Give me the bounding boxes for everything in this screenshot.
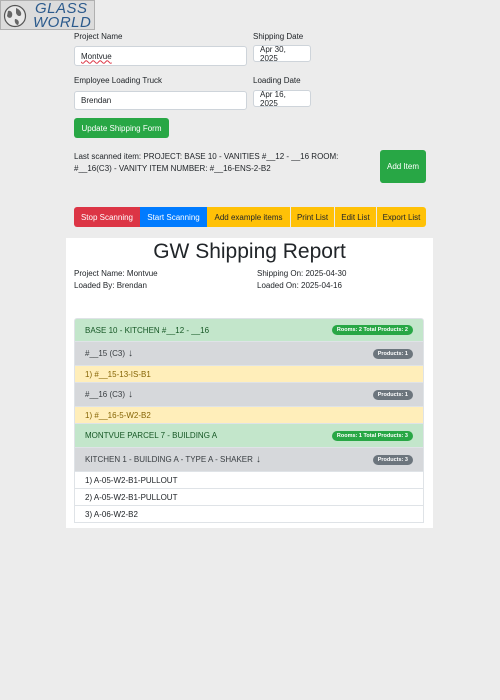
report-shipping-on: Shipping On: 2025-04-30 [257, 269, 347, 278]
shipping-list: BASE 10 - KITCHEN #__12 - __16 Rooms: 2 … [74, 318, 424, 523]
project-name-value: Montvue [81, 51, 112, 61]
item-label: 2) A-05-W2-B1-PULLOUT [85, 492, 178, 502]
loading-date-input[interactable]: Apr 16, 2025 [253, 89, 311, 108]
rooms-badge: Rooms: 1 Total Products: 3 [331, 430, 413, 441]
item-label: 1) #__15-13-IS-B1 [85, 369, 151, 379]
room-name: #__16 (C3) [85, 390, 126, 399]
products-badge: Products: 3 [372, 454, 413, 465]
report-project-name: Project Name: Montvue [74, 269, 158, 278]
project-name-label: Project Name [74, 32, 123, 41]
add-example-items-button[interactable]: Add example items [207, 207, 290, 227]
logo-text-line2: WORLD [33, 14, 92, 31]
room-row[interactable]: #__16 (C3) ↓ Products: 1 [74, 383, 424, 407]
products-badge: Products: 1 [372, 389, 413, 400]
report-title: GW Shipping Report [153, 240, 346, 263]
employee-value: Brendan [81, 96, 112, 105]
print-list-button[interactable]: Print List [291, 207, 334, 227]
employee-input[interactable]: Brendan [74, 91, 247, 110]
list-item[interactable]: 1) #__15-13-IS-B1 [74, 366, 424, 383]
report-loaded-by: Loaded By: Brendan [74, 281, 147, 290]
stop-scanning-button[interactable]: Stop Scanning [74, 207, 140, 227]
project-row[interactable]: BASE 10 - KITCHEN #__12 - __16 Rooms: 2 … [74, 318, 424, 342]
shipping-report: GW Shipping Report Project Name: Montvue… [66, 238, 433, 528]
project-name: BASE 10 - KITCHEN #__12 - __16 [85, 325, 210, 335]
shipping-date-label: Shipping Date [253, 32, 304, 41]
arrow-down-icon[interactable]: ↓ [128, 389, 133, 400]
room-name: #__15 (C3) [85, 349, 126, 358]
list-item[interactable]: 1) #__16-5-W2-B2 [74, 407, 424, 424]
room-row[interactable]: #__15 (C3) ↓ Products: 1 [74, 342, 424, 366]
item-label: 1) A-05-W2-B1-PULLOUT [85, 475, 178, 485]
edit-list-button[interactable]: Edit List [335, 207, 376, 227]
globe-icon [3, 4, 27, 28]
loading-date-label: Loading Date [253, 76, 301, 85]
item-label: 3) A-06-W2-B2 [85, 509, 138, 519]
rooms-badge: Rooms: 2 Total Products: 2 [331, 325, 413, 335]
shipping-date-value: Apr 30, 2025 [260, 44, 286, 63]
project-name-input[interactable]: Montvue [74, 46, 247, 66]
list-item[interactable]: 1) A-05-W2-B1-PULLOUT [74, 472, 424, 489]
room-name: KITCHEN 1 - BUILDING A - TYPE A - SHAKER [85, 455, 253, 464]
start-scanning-button[interactable]: Start Scanning [140, 207, 207, 227]
glass-world-logo: GLASS WORLD [0, 0, 95, 31]
arrow-down-icon[interactable]: ↓ [256, 454, 261, 465]
products-badge: Products: 1 [372, 348, 413, 359]
employee-label: Employee Loading Truck [74, 76, 163, 85]
list-item[interactable]: 2) A-05-W2-B1-PULLOUT [74, 489, 424, 506]
room-row[interactable]: KITCHEN 1 - BUILDING A - TYPE A - SHAKER… [74, 448, 424, 472]
report-loaded-on: Loaded On: 2025-04-16 [257, 281, 342, 290]
add-item-button[interactable]: Add Item [380, 150, 426, 183]
project-name: MONTVUE PARCEL 7 - BUILDING A [85, 431, 218, 440]
item-label: 1) #__16-5-W2-B2 [85, 410, 151, 420]
shipping-date-input[interactable]: Apr 30, 2025 [253, 44, 311, 63]
last-scanned-text: Last scanned item: PROJECT: BASE 10 - VA… [74, 152, 339, 173]
export-list-button[interactable]: Export List [377, 207, 426, 227]
project-row[interactable]: MONTVUE PARCEL 7 - BUILDING A Rooms: 1 T… [74, 424, 424, 448]
list-item[interactable]: 3) A-06-W2-B2 [74, 506, 424, 523]
loading-date-value: Apr 16, 2025 [260, 89, 286, 108]
update-shipping-form-button[interactable]: Update Shipping Form [74, 118, 169, 138]
arrow-down-icon[interactable]: ↓ [128, 348, 133, 359]
